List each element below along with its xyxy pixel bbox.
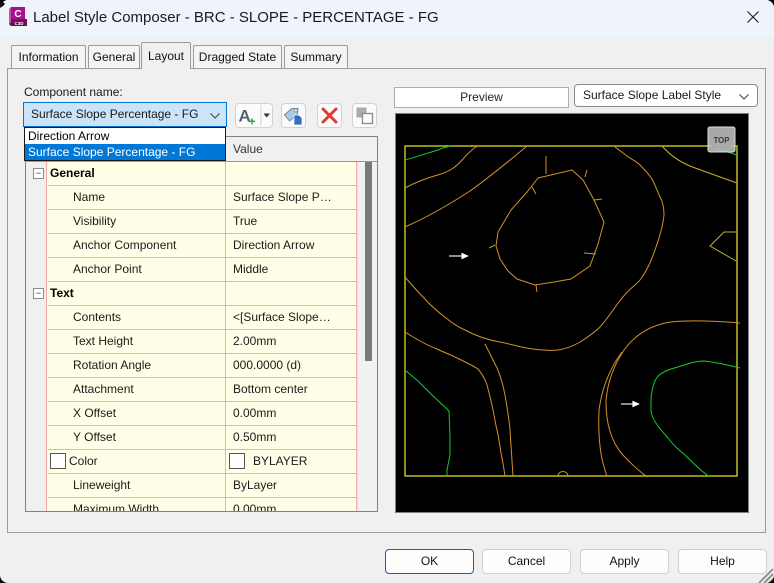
svg-text:+: + — [249, 115, 256, 128]
svg-text:TOP: TOP — [714, 135, 730, 145]
svg-text:C3D: C3D — [14, 21, 24, 26]
svg-text:C: C — [14, 9, 21, 20]
